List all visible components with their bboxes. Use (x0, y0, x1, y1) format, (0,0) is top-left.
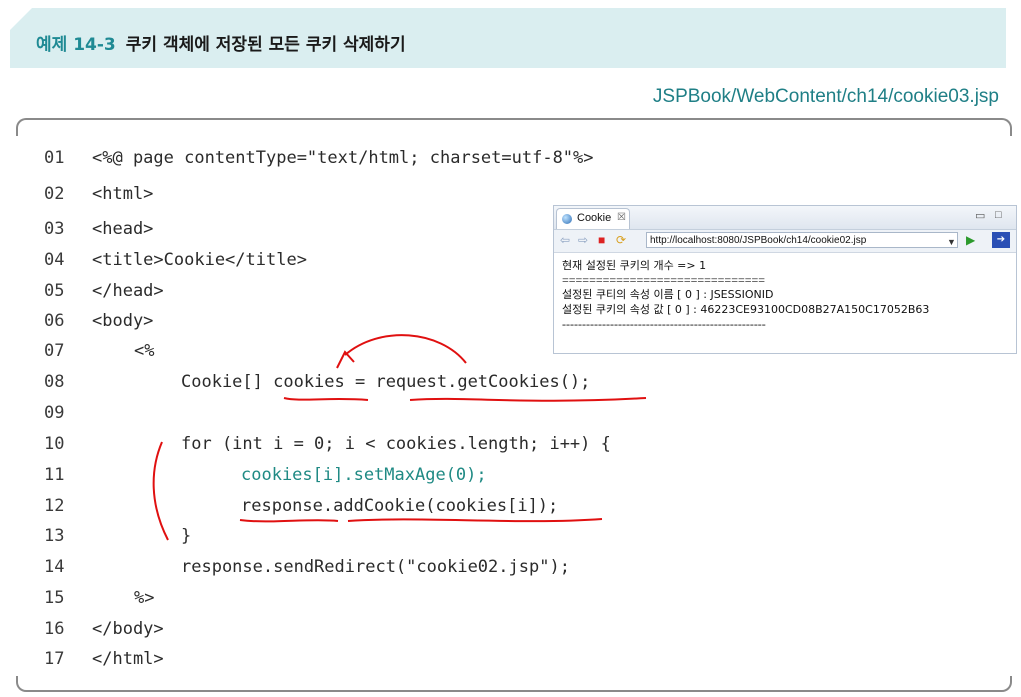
underline-cookies (283, 397, 369, 401)
external-browser-icon[interactable]: ➔ (992, 232, 1010, 248)
browser-window: Cookie ☒ ▭ □ ⇦ ⇨ ■ ⟳ http://localhost:80… (553, 205, 1017, 354)
browser-tab[interactable]: Cookie ☒ (556, 208, 630, 229)
page-content: 현재 설정된 쿠키의 개수 => 1 =====================… (562, 258, 929, 331)
globe-icon (562, 214, 572, 224)
bracket-for-loop (152, 441, 169, 541)
cookie-value-text: 설정된 쿠키의 속성 값 [ 0 ] : 46223CE93100CD08B27… (562, 303, 930, 316)
go-icon[interactable]: ▶ (966, 233, 975, 247)
tab-close-icon[interactable]: ☒ (617, 212, 626, 223)
underline-response (239, 519, 339, 523)
browser-nav-bar: ⇦ ⇨ ■ ⟳ http://localhost:8080/JSPBook/ch… (554, 230, 1016, 253)
dropdown-icon[interactable]: ▼ (947, 235, 956, 249)
address-bar[interactable]: http://localhost:8080/JSPBook/ch14/cooki… (646, 232, 958, 248)
stop-icon[interactable]: ■ (598, 233, 605, 247)
refresh-icon[interactable]: ⟳ (616, 233, 626, 247)
separator-dashes: ----------------------------------------… (562, 317, 766, 331)
browser-tab-bar: Cookie ☒ ▭ □ (554, 206, 1016, 230)
underline-add-cookie (347, 518, 603, 523)
annotation-arrow-curve (344, 334, 467, 364)
maximize-icon[interactable]: □ (995, 209, 1002, 221)
separator-equals: ============================== (562, 273, 766, 287)
minimize-icon[interactable]: ▭ (975, 209, 985, 222)
cookie-name-text: 설정된 쿠티의 속성 이름 [ 0 ] : JSESSIONID (562, 288, 774, 301)
tab-title: Cookie (577, 212, 612, 224)
forward-icon[interactable]: ⇨ (578, 233, 588, 247)
underline-get-cookies (409, 397, 647, 402)
back-icon[interactable]: ⇦ (560, 233, 570, 247)
cookie-count-text: 현재 설정된 쿠키의 개수 => 1 (562, 259, 707, 272)
